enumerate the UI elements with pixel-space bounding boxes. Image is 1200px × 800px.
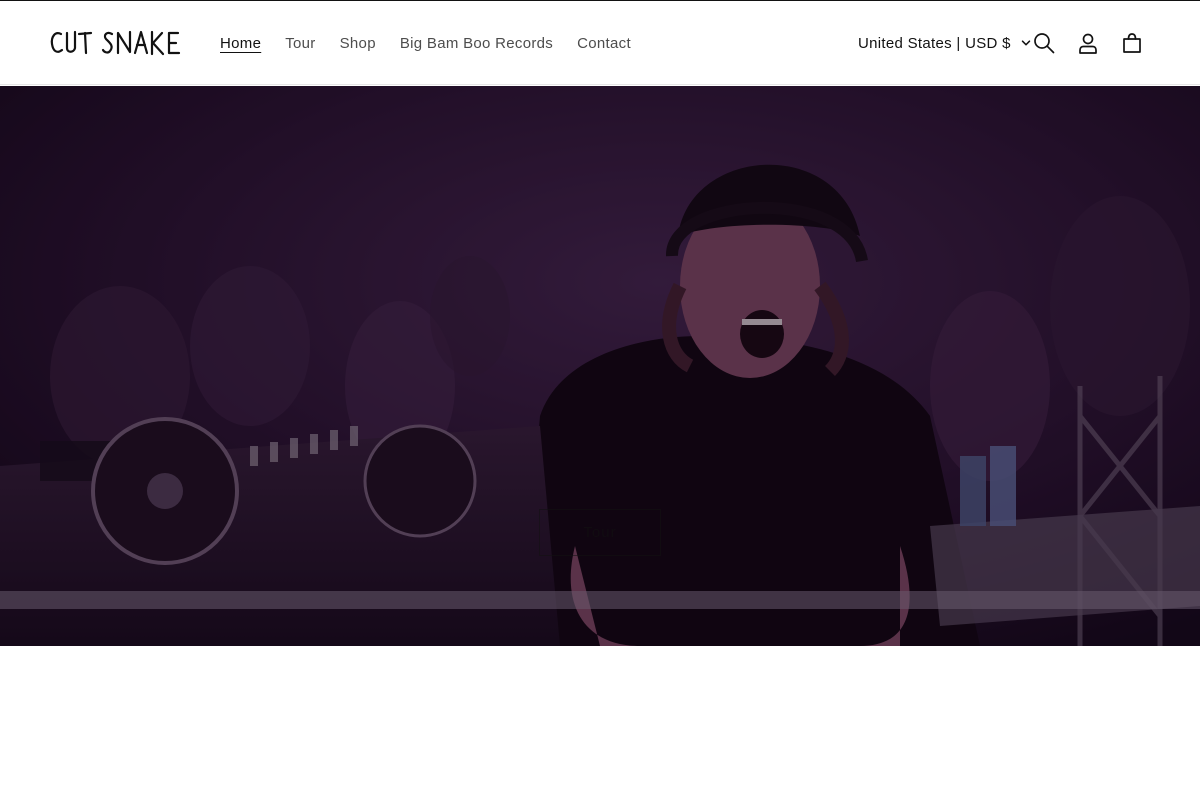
content-area <box>0 646 1200 800</box>
hero-banner: Tour <box>0 86 1200 646</box>
search-icon <box>1034 33 1055 54</box>
nav-item-tour[interactable]: Tour <box>273 27 327 60</box>
cart-button[interactable] <box>1110 21 1154 65</box>
nav-item-home[interactable]: Home <box>208 27 273 60</box>
nav-item-contact[interactable]: Contact <box>565 27 643 60</box>
hero-dark-overlay <box>0 86 1200 646</box>
tour-button[interactable]: Tour <box>539 509 661 556</box>
country-currency-selector[interactable]: United States | USD $ <box>848 25 1041 61</box>
main-nav: Home Tour Shop Big Bam Boo Records Conta… <box>208 1 643 85</box>
nav-item-shop[interactable]: Shop <box>328 27 388 60</box>
site-header: Home Tour Shop Big Bam Boo Records Conta… <box>0 1 1200 85</box>
search-button[interactable] <box>1022 21 1066 65</box>
country-currency-label: United States | USD $ <box>858 34 1011 52</box>
nav-item-big-bam-boo-records[interactable]: Big Bam Boo Records <box>388 27 565 60</box>
account-button[interactable] <box>1066 21 1110 65</box>
logo-link[interactable] <box>48 27 182 59</box>
account-icon <box>1079 33 1097 54</box>
cart-icon <box>1123 33 1141 53</box>
cut-snake-logo <box>50 30 181 56</box>
